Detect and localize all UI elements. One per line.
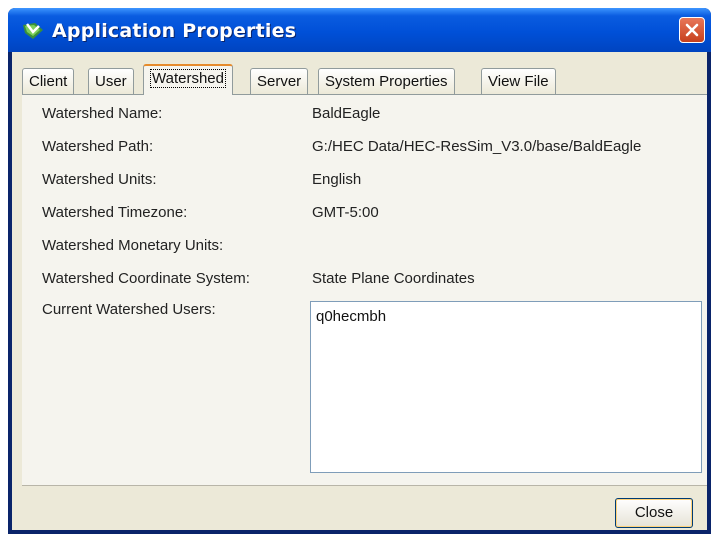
application-properties-dialog: Application Properties Client User Water… (8, 8, 711, 534)
divider (22, 485, 707, 486)
tab-system-properties-label: System Properties (325, 73, 448, 90)
tab-watershed-label: Watershed (150, 69, 226, 88)
tab-system-properties[interactable]: System Properties (318, 68, 455, 94)
tab-user[interactable]: User (88, 68, 134, 94)
tab-view-file-label: View File (488, 73, 549, 90)
close-icon[interactable] (679, 17, 705, 43)
current-users-label: Current Watershed Users: (42, 301, 216, 318)
watershed-coordinate-system-label: Watershed Coordinate System: (42, 270, 250, 287)
dialog-content: Client User Watershed Server System Prop… (12, 52, 707, 530)
watershed-tab-panel: Watershed Name: BaldEagle Watershed Path… (22, 94, 707, 485)
tab-server[interactable]: Server (250, 68, 309, 94)
watershed-name-value: BaldEagle (312, 105, 381, 122)
tab-server-label: Server (257, 73, 302, 90)
tab-client[interactable]: Client (22, 68, 75, 94)
app-properties-icon (21, 21, 45, 41)
tab-user-label: User (95, 73, 127, 90)
tab-watershed[interactable]: Watershed (143, 64, 233, 95)
watershed-units-value: English (312, 171, 362, 188)
window-title: Application Properties (52, 20, 297, 42)
list-item[interactable]: q0hecmbh (316, 308, 386, 325)
watershed-timezone-label: Watershed Timezone: (42, 204, 188, 221)
watershed-path-label: Watershed Path: (42, 138, 154, 155)
current-users-list[interactable]: q0hecmbh (310, 301, 702, 473)
watershed-path-value: G:/HEC Data/HEC-ResSim_V3.0/base/BaldEag… (312, 138, 642, 155)
watershed-name-label: Watershed Name: (42, 105, 163, 122)
watershed-coordinate-system-value: State Plane Coordinates (312, 270, 475, 287)
tab-view-file[interactable]: View File (481, 68, 556, 94)
watershed-units-label: Watershed Units: (42, 171, 157, 188)
watershed-timezone-value: GMT-5:00 (312, 204, 379, 221)
watershed-monetary-units-label: Watershed Monetary Units: (42, 237, 224, 254)
tab-client-label: Client (29, 73, 68, 90)
title-bar[interactable]: Application Properties (8, 8, 711, 52)
close-button[interactable]: Close (615, 498, 693, 528)
